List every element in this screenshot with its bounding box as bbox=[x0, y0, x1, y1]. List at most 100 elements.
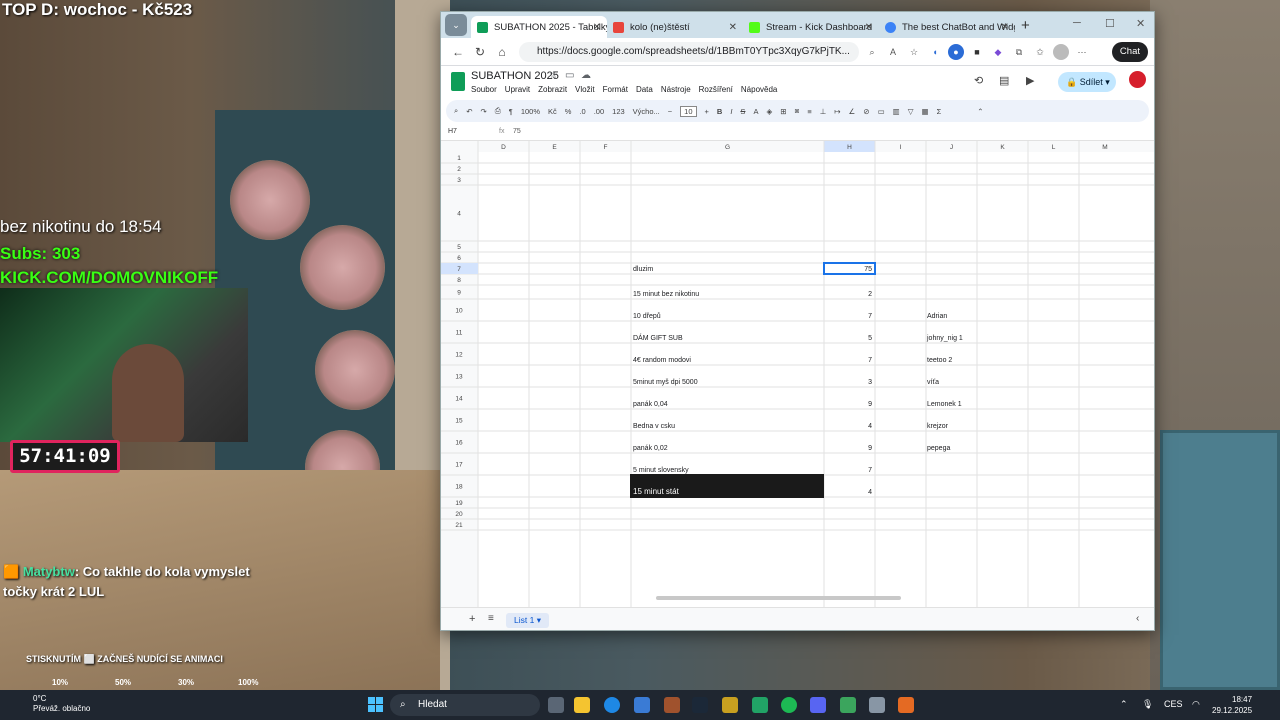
extension-icon[interactable]: ◆ bbox=[990, 44, 1006, 60]
extensions-icon[interactable]: ⧉ bbox=[1011, 44, 1027, 60]
tray-chevron-icon[interactable]: ⌃ bbox=[1120, 699, 1128, 710]
star-icon[interactable]: ☆ bbox=[549, 70, 558, 81]
sheets-logo[interactable] bbox=[451, 72, 465, 91]
tab-kick[interactable]: Stream - Kick Dashboard ✕ bbox=[743, 16, 879, 38]
app-icon[interactable] bbox=[840, 697, 856, 713]
menu-extensions[interactable]: Rozšíření bbox=[699, 85, 733, 94]
doc-title[interactable]: SUBATHON 2025 bbox=[471, 70, 559, 82]
filter-icon[interactable]: ▽ bbox=[908, 107, 914, 116]
font-size-decrease-icon[interactable]: − bbox=[668, 107, 672, 116]
redo-icon[interactable]: ↷ bbox=[481, 107, 487, 116]
font-size-input[interactable]: 10 bbox=[680, 105, 697, 117]
extension-icon[interactable]: ◖ bbox=[927, 44, 943, 60]
horizontal-scrollbar[interactable] bbox=[656, 596, 901, 600]
clock[interactable]: 18:47 29.12.2025 bbox=[1212, 694, 1252, 716]
url-input[interactable]: https://docs.google.com/spreadsheets/d/1… bbox=[519, 41, 859, 62]
merge-icon[interactable]: ⧈ bbox=[795, 106, 800, 116]
store-icon[interactable] bbox=[634, 697, 650, 713]
percent-button[interactable]: % bbox=[565, 107, 572, 116]
close-icon[interactable]: ✕ bbox=[1001, 22, 1009, 33]
font-size-increase-icon[interactable]: + bbox=[705, 107, 709, 116]
network-icon[interactable]: ◠ bbox=[1192, 699, 1200, 710]
paint-format-icon[interactable]: ¶ bbox=[509, 107, 513, 116]
formula-input[interactable]: 75 bbox=[513, 128, 521, 135]
grid-canvas[interactable]: D E F G H I J K L M123456789101112131415161718192… bbox=[441, 141, 1154, 607]
align-icon[interactable]: ≡ bbox=[807, 107, 811, 116]
taskbar-search[interactable]: ⌕ Hledat bbox=[390, 694, 540, 716]
name-box[interactable]: H7 bbox=[448, 128, 457, 135]
sheet-tab[interactable]: List 1 ▾ bbox=[506, 613, 549, 628]
link-icon[interactable]: ⊘ bbox=[863, 107, 869, 116]
home-icon[interactable]: ⌂ bbox=[491, 45, 513, 59]
microphone-icon[interactable]: 🎙 bbox=[1142, 699, 1153, 710]
more-icon[interactable]: ⋯ bbox=[1074, 44, 1090, 60]
maximize-icon[interactable]: ☐ bbox=[1105, 17, 1115, 30]
steam-icon[interactable] bbox=[692, 697, 708, 713]
favorites-icon[interactable]: ✩ bbox=[1032, 44, 1048, 60]
history-icon[interactable]: ⟲ bbox=[974, 74, 983, 87]
language-indicator[interactable]: CES bbox=[1164, 699, 1183, 709]
search-icon[interactable]: ⌕ bbox=[454, 106, 458, 116]
tab-sheets[interactable]: SUBATHON 2025 - Tabulky Go ✕ bbox=[471, 16, 607, 38]
start-button[interactable] bbox=[368, 697, 383, 712]
italic-icon[interactable]: I bbox=[730, 107, 732, 116]
spreadsheet-grid[interactable]: D E F G H I J K L M 1 2 3 4 5 6 7 8 9 10 11 12 13 14 15 16 17 18 19 2… bbox=[441, 141, 1154, 607]
filter-views-icon[interactable]: ▦ bbox=[922, 107, 929, 116]
zoom-select[interactable]: 100% bbox=[521, 107, 540, 116]
number-format-button[interactable]: 123 bbox=[612, 107, 625, 116]
back-icon[interactable]: ← bbox=[447, 45, 469, 59]
comments-icon[interactable]: ▤ bbox=[999, 74, 1009, 87]
menu-file[interactable]: Soubor bbox=[471, 85, 497, 94]
strikethrough-icon[interactable]: S bbox=[740, 107, 745, 116]
menu-format[interactable]: Formát bbox=[603, 85, 628, 94]
currency-button[interactable]: Kč bbox=[548, 107, 557, 116]
valign-icon[interactable]: ⊥ bbox=[820, 107, 827, 116]
font-select[interactable]: Výcho... bbox=[633, 107, 660, 116]
extension-icon[interactable]: ■ bbox=[969, 44, 985, 60]
wrap-icon[interactable]: ↦ bbox=[834, 107, 840, 116]
menu-insert[interactable]: Vložit bbox=[575, 85, 595, 94]
all-sheets-icon[interactable]: ≡ bbox=[488, 613, 494, 624]
new-tab-icon[interactable]: + bbox=[1021, 17, 1030, 34]
share-button[interactable]: 🔒 Sdílet ▾ bbox=[1058, 72, 1116, 92]
fill-color-icon[interactable]: ◈ bbox=[766, 107, 772, 116]
meet-icon[interactable]: ▶ bbox=[1026, 74, 1034, 87]
refresh-icon[interactable]: ↻ bbox=[469, 45, 491, 59]
extension-icon[interactable]: ● bbox=[948, 43, 964, 60]
app-icon[interactable] bbox=[898, 697, 914, 713]
menu-data[interactable]: Data bbox=[636, 85, 653, 94]
edge-icon[interactable] bbox=[604, 697, 620, 713]
comment-icon[interactable]: ▭ bbox=[878, 107, 885, 116]
close-icon[interactable]: ✕ bbox=[593, 22, 601, 33]
copilot-chat-button[interactable]: Chat bbox=[1111, 42, 1148, 62]
task-view-icon[interactable] bbox=[548, 697, 564, 713]
close-window-icon[interactable]: ✕ bbox=[1136, 17, 1145, 30]
add-sheet-icon[interactable]: + bbox=[469, 613, 475, 625]
chart-icon[interactable]: ▥ bbox=[893, 107, 900, 116]
menu-view[interactable]: Zobrazit bbox=[538, 85, 567, 94]
zoom-icon[interactable]: ⌕ bbox=[864, 44, 880, 60]
weather-widget[interactable]: 0°C Převáž. oblačno bbox=[33, 694, 90, 714]
menu-edit[interactable]: Upravit bbox=[505, 85, 530, 94]
tab-chatbot[interactable]: The best ChatBot and Widge ✕ bbox=[879, 16, 1015, 38]
favorite-icon[interactable]: ☆ bbox=[906, 44, 922, 60]
discord-icon[interactable] bbox=[810, 697, 826, 713]
text-color-icon[interactable]: A bbox=[753, 107, 758, 116]
close-icon[interactable]: ✕ bbox=[865, 22, 873, 33]
app-icon[interactable] bbox=[722, 697, 738, 713]
spotify-icon[interactable] bbox=[781, 697, 797, 713]
file-explorer-icon[interactable] bbox=[574, 697, 590, 713]
borders-icon[interactable]: ⊞ bbox=[780, 107, 786, 116]
read-aloud-icon[interactable]: A bbox=[885, 44, 901, 60]
minimize-icon[interactable]: ─ bbox=[1073, 17, 1081, 29]
app-icon[interactable] bbox=[664, 697, 680, 713]
avatar[interactable] bbox=[1129, 71, 1146, 88]
print-icon[interactable]: ⎙ bbox=[495, 106, 501, 116]
collapse-icon[interactable]: ⌃ bbox=[977, 107, 983, 116]
close-icon[interactable]: ✕ bbox=[729, 22, 737, 33]
collapse-sidebar-icon[interactable]: ‹ bbox=[1136, 613, 1139, 624]
undo-icon[interactable]: ↶ bbox=[466, 107, 472, 116]
move-icon[interactable]: ▭ bbox=[565, 70, 574, 81]
menu-tools[interactable]: Nástroje bbox=[661, 85, 691, 94]
decrease-decimal-button[interactable]: .0 bbox=[579, 107, 585, 116]
